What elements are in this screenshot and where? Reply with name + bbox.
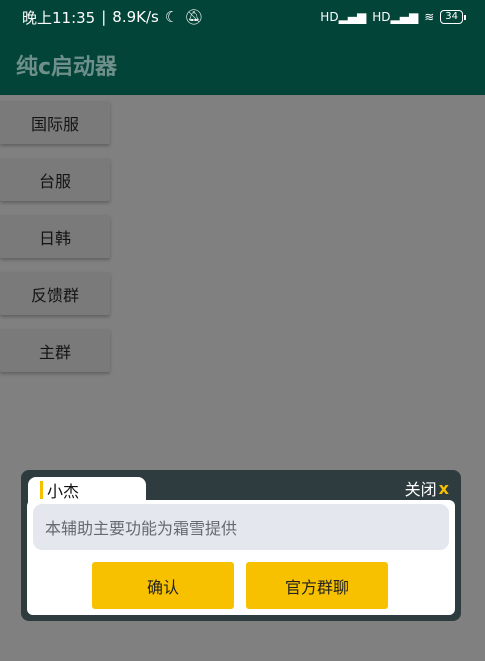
status-left: 晚上11:35 | 8.9K/s ☾ 🔕︎ bbox=[22, 7, 203, 28]
feedback-group-button[interactable]: 反馈群 bbox=[0, 272, 110, 315]
notice-dialog: 小杰 关闭 x 本辅助主要功能为霜雪提供 确认 官方群聊 bbox=[21, 470, 461, 621]
status-right: HD▂▄▆ HD▂▄▆ ≋ 34 bbox=[320, 10, 466, 24]
dialog-tab-label: 小杰 bbox=[47, 482, 80, 501]
app-bar: 纯c启动器 bbox=[0, 34, 485, 95]
dialog-panel: 本辅助主要功能为霜雪提供 确认 官方群聊 bbox=[27, 500, 455, 615]
signal-icon-1: HD▂▄▆ bbox=[320, 10, 367, 24]
tab-accent-bar bbox=[40, 481, 43, 499]
server-button-international[interactable]: 国际服 bbox=[0, 101, 110, 144]
mute-icon: 🔕︎ bbox=[184, 8, 204, 26]
signal-icon-2: HD▂▄▆ bbox=[372, 10, 419, 24]
server-button-list: 国际服 台服 日韩 反馈群 主群 bbox=[0, 101, 110, 386]
app-title: 纯c启动器 bbox=[16, 54, 118, 80]
battery-icon: 34 bbox=[440, 10, 466, 24]
confirm-button[interactable]: 确认 bbox=[92, 562, 234, 609]
status-divider: | bbox=[101, 8, 107, 26]
close-label: 关闭 bbox=[404, 480, 437, 499]
close-icon: x bbox=[438, 478, 449, 498]
close-button[interactable]: 关闭 x bbox=[405, 476, 449, 500]
dialog-message: 本辅助主要功能为霜雪提供 bbox=[33, 504, 449, 550]
status-time: 晚上11:35 bbox=[22, 8, 96, 27]
official-group-button[interactable]: 官方群聊 bbox=[246, 562, 388, 609]
main-group-button[interactable]: 主群 bbox=[0, 329, 110, 372]
server-button-taiwan[interactable]: 台服 bbox=[0, 158, 110, 201]
network-speed: 8.9K/s bbox=[112, 8, 159, 26]
status-bar: 晚上11:35 | 8.9K/s ☾ 🔕︎ HD▂▄▆ HD▂▄▆ ≋ 34 bbox=[0, 0, 485, 34]
wifi-icon: ≋ bbox=[424, 10, 435, 24]
moon-icon: ☾ bbox=[164, 8, 179, 26]
server-button-japan-korea[interactable]: 日韩 bbox=[0, 215, 110, 258]
